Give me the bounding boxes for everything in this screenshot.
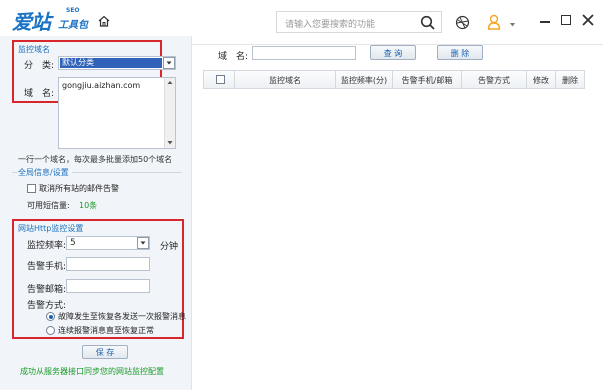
category-dropdown-button[interactable]: [163, 57, 175, 69]
frequency-select[interactable]: 5: [66, 236, 150, 250]
app-logo: 爱站: [12, 10, 51, 34]
app-logo-seo: SEO: [66, 7, 80, 14]
domain-value: gongjiu.aizhan.com: [62, 81, 141, 90]
alert-email-input[interactable]: [66, 279, 150, 293]
column-header-frequency[interactable]: 监控频率(分): [336, 75, 392, 86]
alert-once-radio[interactable]: [46, 312, 55, 321]
domain-hint: 一行一个域名，每次最多批量添加50个域名: [18, 155, 173, 164]
cancel-alert-label: 取消所有站的邮件告警: [39, 184, 119, 193]
frequency-value: 5: [70, 238, 76, 248]
alert-phone-input[interactable]: [66, 257, 150, 271]
save-button[interactable]: 保 存: [82, 345, 128, 359]
skin-icon[interactable]: [455, 15, 470, 33]
app-logo-sub: 工具包: [58, 20, 88, 31]
category-value: 默认分类: [60, 58, 162, 68]
column-header-delete[interactable]: 删除: [556, 75, 584, 86]
alert-phone-label: 告警手机:: [27, 262, 67, 272]
close-icon[interactable]: [582, 14, 594, 29]
save-button-label: 保 存: [95, 348, 115, 357]
search-icon[interactable]: [420, 15, 436, 34]
alert-continuous-radio[interactable]: [46, 326, 55, 335]
column-header-contact[interactable]: 告警手机/邮箱: [393, 75, 461, 86]
cancel-alert-checkbox[interactable]: [27, 184, 36, 193]
user-avatar-icon[interactable]: [487, 14, 501, 33]
filter-domain-input[interactable]: [252, 46, 356, 60]
alert-continuous-label: 连续报警消息直至恢复正常: [58, 326, 154, 335]
select-all-checkbox[interactable]: [216, 75, 225, 84]
frequency-unit: 分钟: [160, 242, 179, 252]
search-placeholder: 请输入您要搜索的功能: [285, 20, 376, 30]
table-header: 监控域名 监控频率(分) 告警手机/邮箱 告警方式 修改 删除: [203, 70, 585, 89]
category-select[interactable]: 默认分类: [58, 56, 176, 70]
home-icon[interactable]: [97, 14, 111, 31]
delete-button-label: 删 除: [450, 49, 470, 58]
frequency-label: 监控频率:: [27, 241, 67, 251]
http-monitor-title: 网站Http监控设置: [18, 224, 84, 233]
domain-scrollbar[interactable]: [164, 78, 175, 148]
domain-label: 域 名:: [24, 89, 55, 99]
column-header-alert-method[interactable]: 告警方式: [462, 75, 526, 86]
category-label: 分 类:: [24, 61, 55, 71]
query-button-label: 查 询: [383, 49, 403, 58]
alert-method-label: 告警方式:: [27, 301, 67, 311]
column-header-domain[interactable]: 监控域名: [235, 75, 335, 86]
query-button[interactable]: 查 询: [370, 45, 416, 60]
filter-domain-label: 域 名:: [218, 52, 249, 62]
global-settings-title: 全局信息/设置: [18, 167, 72, 178]
alert-once-label: 故障发生至恢复各发送一次报警消息: [58, 312, 186, 321]
alert-email-label: 告警邮箱:: [27, 285, 67, 295]
search-input[interactable]: 请输入您要搜索的功能: [276, 11, 442, 33]
delete-button[interactable]: 删 除: [437, 45, 483, 60]
sms-quota-value: 10条: [79, 201, 98, 210]
sms-quota-label: 可用短信量:: [27, 201, 70, 210]
domain-textarea[interactable]: gongjiu.aizhan.com: [58, 77, 176, 149]
frequency-dropdown-button[interactable]: [137, 237, 149, 249]
minimize-icon[interactable]: [540, 21, 550, 23]
maximize-icon[interactable]: [561, 15, 571, 25]
column-header-edit[interactable]: 修改: [527, 75, 555, 86]
chevron-down-icon[interactable]: [510, 20, 515, 30]
sync-status: 成功从服务器接口同步您的网站监控配置: [20, 367, 164, 376]
monitor-domain-title: 监控域名: [18, 45, 50, 54]
